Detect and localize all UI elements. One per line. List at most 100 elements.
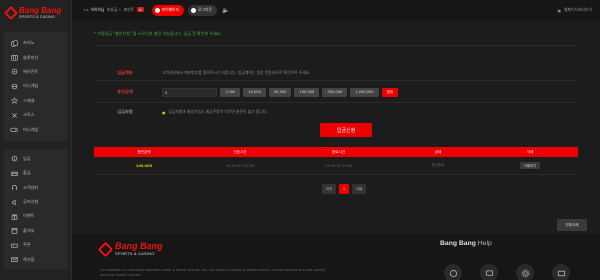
ball-icon [10, 83, 18, 90]
prev-page-button[interactable]: 이전 [322, 184, 336, 194]
sidebar-item-label: 쪽지함 [23, 256, 35, 262]
footer-logo-name: Bang Bang [115, 241, 163, 251]
support-icon [10, 184, 18, 191]
divider [94, 45, 578, 46]
notice-icon [10, 199, 18, 206]
footer-text: Our website is a company operated under … [100, 268, 326, 277]
table-header: 충전금액 신청시간 완료시간 상태 삭제 [94, 147, 578, 157]
sidebar-item-agent[interactable]: 에이전트 [4, 65, 67, 79]
event-icon [10, 213, 18, 220]
mypage-button[interactable]: 마이페이지 [151, 4, 185, 16]
row-status: 충전완료 [431, 163, 445, 167]
chat-icon[interactable] [480, 264, 498, 280]
amount-chip-10000[interactable]: 10,000 [243, 87, 266, 97]
brand-logo[interactable]: Bang Bang SPORTS & CASINO [0, 0, 71, 26]
header-amount: 충전금액 [137, 149, 151, 154]
sidebar-item-casino[interactable]: 카지노 [4, 36, 67, 50]
message-icon[interactable] [552, 264, 570, 280]
mail-icon [10, 256, 18, 263]
user-name: 하하하님 [90, 7, 105, 12]
sidebar-item-slot[interactable]: 슬롯머신 [4, 50, 67, 64]
withdraw-icon [10, 170, 18, 177]
sidebar-item-notice[interactable]: 공지사항 [4, 195, 67, 209]
gamepad-icon [10, 126, 18, 133]
top-right-link[interactable]: ▣ 웹페이지에서보기 [557, 7, 592, 13]
sidebar-item-withdraw[interactable]: 출금 [4, 166, 67, 180]
logo-name: Bang Bang [19, 5, 62, 15]
sidebar-item-cross[interactable]: 크로스 [4, 108, 67, 122]
agent-icon [10, 68, 18, 75]
speaker-icon[interactable]: 🔈 [222, 7, 229, 14]
sidebar-item-mail[interactable]: 쪽지함 [4, 252, 67, 266]
cross-icon [10, 112, 18, 119]
amount-chip-1000000[interactable]: 1,000,000 [350, 87, 379, 97]
reset-button[interactable]: 정정 [381, 87, 399, 97]
header-completed: 완료시간 [331, 149, 346, 154]
amount-chip-1000[interactable]: 1,000 [220, 87, 241, 97]
sidebar-item-label: 출석부 [23, 227, 35, 233]
amount-chip-100000[interactable]: 100,000 [294, 87, 320, 97]
sidebar-item-deposit[interactable]: $ 입금 [4, 152, 67, 166]
amount-label: 충전금액 [117, 89, 133, 94]
sidebar-item-support[interactable]: 고객센터 [4, 181, 67, 195]
sidebar-item-attendance[interactable]: 출석부 [4, 224, 67, 238]
deposit-submit-button[interactable]: 입금신청 [320, 123, 372, 137]
sidebar-item-label: 슬롯머신 [23, 54, 39, 60]
faq-icon[interactable] [444, 264, 462, 280]
footer: Bang Bang SPORTS & CASINO Our website is… [72, 234, 600, 280]
logout-button-label: 로그아웃 [198, 7, 213, 12]
header-delete: 삭제 [526, 149, 534, 154]
sidebar-item-label: 미니게임 [23, 126, 39, 132]
table-row: 100,000 19-09-01 22:58 19-09-01 23:04 충전… [94, 157, 578, 175]
cards-icon [10, 40, 18, 47]
balance-value: 0 [118, 7, 122, 12]
page-1-button[interactable]: 1 [339, 184, 349, 194]
sidebar-item-coupon[interactable]: 쿠폰 [4, 238, 67, 252]
pagination: 이전 1 다음 [322, 184, 366, 194]
coupon-icon [10, 242, 18, 249]
account-label: 입금계좌 [117, 69, 133, 75]
sidebar-item-label: 공지사항 [23, 199, 39, 205]
sidebar-item-minigame-2[interactable]: 미니게임 [4, 122, 67, 136]
amount-chip-50000[interactable]: 50,000 [268, 87, 292, 97]
header-requested: 신청시간 [233, 149, 247, 154]
row-amount: 100,000 [135, 163, 153, 168]
amount-row: 충전금액 0 1,000 10,000 50,000 100,000 500,0… [94, 82, 578, 103]
sidebar-item-label: 입금 [23, 155, 31, 161]
deposit-history-table: 충전금액 신청시간 완료시간 상태 삭제 100,000 19-09-01 22… [94, 147, 578, 175]
sidebar-account-menu: $ 입금 출금 고객센터 공지사항 이벤트 출석부 쿠폰 쪽지함 [4, 148, 67, 270]
user-info: Lv. 하하하님 보유금 0 포인트 0 [84, 7, 144, 13]
row-completed: 19-09-01 23:04 [324, 163, 353, 168]
star-icon [10, 97, 18, 105]
sidebar-item-label: 크로스 [23, 112, 35, 118]
power-icon [191, 7, 197, 13]
logout-button[interactable]: 로그아웃 [188, 4, 218, 16]
row-requested: 19-09-01 22:58 [226, 163, 254, 168]
next-page-button[interactable]: 다음 [352, 184, 366, 194]
caution-label: 입금자명 [117, 109, 133, 114]
footer-logo-tagline: SPORTS & CASINO [115, 251, 155, 256]
sidebar-item-label: 에이전트 [23, 68, 39, 74]
account-text: 고객센터에서 계좌번호를 알려주시기 바랍니다. 입금계좌는 항상 변동되므로 … [162, 69, 311, 75]
logo-mark-icon [97, 241, 114, 257]
mypage-button-label: 마이페이지 [161, 7, 180, 12]
help-icons [444, 264, 570, 280]
sidebar-item-label: 스페셜 [23, 97, 35, 103]
sidebar-item-special[interactable]: 스페셜 [4, 94, 67, 108]
sidebar-item-event[interactable]: 이벤트 [4, 209, 67, 223]
help-title-rest: Help [475, 240, 492, 247]
calendar-icon [10, 227, 18, 235]
amount-chip-500000[interactable]: 500,000 [322, 87, 348, 97]
delete-all-button[interactable]: 전체삭제 [557, 219, 587, 231]
row-delete-button[interactable]: 삭제하기 [519, 162, 541, 169]
caution-row: 입금자명 ● 입금자명과 회원가입시 예금주명이 다르면 충전이 불가 합니다. [94, 104, 578, 120]
help-title-brand: Bang Bang [440, 240, 476, 247]
sidebar-item-label: 이벤트 [23, 213, 35, 219]
sidebar-item-minigame[interactable]: 미니게임 [4, 79, 67, 93]
sidebar-item-label: 카지노 [23, 40, 35, 46]
amount-input[interactable]: 0 [162, 87, 217, 97]
svg-text:$: $ [13, 157, 15, 161]
logo-mark-icon [3, 5, 19, 21]
settings-icon[interactable] [516, 264, 534, 280]
deposit-icon: $ [10, 155, 18, 162]
